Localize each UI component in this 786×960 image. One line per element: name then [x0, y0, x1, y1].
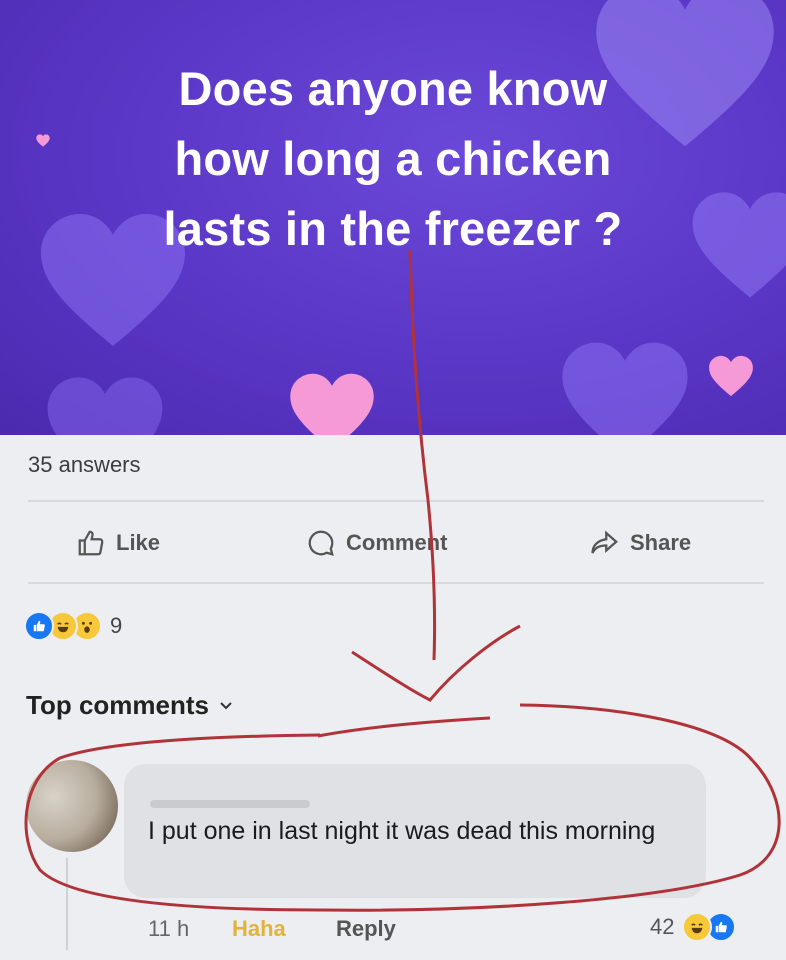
like-label: Like: [116, 530, 161, 555]
heart-decoration-pink-right: [709, 355, 753, 397]
comment-haha-reaction[interactable]: Haha: [232, 916, 286, 942]
share-button[interactable]: Share: [590, 528, 691, 558]
comment-label: Comment: [346, 530, 448, 555]
thumbs-up-icon: [78, 530, 104, 556]
share-icon: [591, 530, 618, 554]
commenter-name-redacted: [150, 800, 310, 808]
divider-top: [28, 500, 764, 502]
reaction-count: 9: [110, 613, 123, 638]
answer-count[interactable]: 35 answers: [28, 452, 141, 478]
share-label: Share: [630, 530, 692, 555]
comment-text: I put one in last night it was dead this…: [148, 817, 656, 845]
question-card: Does anyone know how long a chicken last…: [0, 0, 786, 435]
like-button[interactable]: Like: [76, 528, 160, 558]
divider-bottom: [28, 582, 764, 584]
question-title: Does anyone know how long a chicken last…: [163, 62, 623, 255]
annotation-arrowhead: [351, 624, 521, 702]
haha-reaction-icon: [682, 912, 713, 942]
reaction-summary[interactable]: 9: [24, 611, 122, 641]
comment-button[interactable]: Comment: [306, 528, 447, 558]
heart-decoration-pink-bottom: [290, 373, 374, 435]
commenter-avatar[interactable]: [26, 760, 118, 852]
comment-time[interactable]: 11 h: [148, 916, 189, 942]
comment-icon: [308, 530, 334, 556]
heart-decoration-bottom-right: [562, 342, 688, 435]
like-reaction-icon: [24, 611, 54, 641]
heart-decoration-bottom-left: [47, 377, 163, 435]
thread-line: [66, 858, 68, 950]
comment-reply-button[interactable]: Reply: [336, 916, 396, 942]
comment-reactions[interactable]: 42: [650, 912, 737, 942]
comment-reaction-count: 42: [650, 914, 675, 939]
chevron-down-icon: [220, 701, 232, 709]
top-comments-dropdown[interactable]: Top comments: [26, 690, 233, 721]
top-comments-label: Top comments: [26, 690, 209, 720]
annotation-underline: [317, 716, 491, 738]
